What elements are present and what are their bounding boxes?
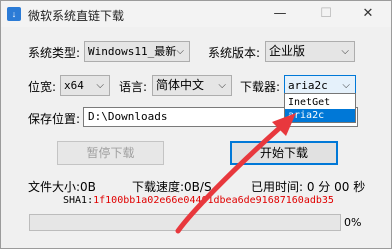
language-value: 简体中文: [156, 78, 205, 92]
pause-download-button[interactable]: 暂停下载: [57, 141, 164, 165]
elapsed-time-text: 已用时间: 0 分 00 秒: [251, 180, 366, 194]
language-select[interactable]: 简体中文 ⌵: [152, 75, 232, 96]
system-type-label: 系统类型:: [28, 46, 81, 60]
main-window: ↓ 微软系统直链下载 — ☐ ✕ 系统类型: Windows11_最新 ⌵ 系统…: [0, 0, 392, 249]
sha1-label: SHA1:: [63, 195, 94, 206]
start-download-button[interactable]: 开始下载: [230, 141, 338, 165]
maximize-icon[interactable]: ☐: [303, 1, 349, 27]
arch-label: 位宽:: [28, 80, 57, 94]
dropdown-option-inetget[interactable]: InetGet: [285, 96, 355, 109]
chevron-down-icon: ⌵: [176, 46, 184, 57]
arch-select[interactable]: x64 ⌵: [60, 75, 110, 96]
title-bar[interactable]: ↓ 微软系统直链下载 — ☐ ✕: [1, 1, 391, 27]
download-speed-text: 下载速度:0B/S: [132, 180, 212, 194]
dropdown-option-aria2c[interactable]: aria2c: [285, 109, 355, 122]
arch-value: x64: [64, 79, 84, 92]
downloader-label: 下载器:: [240, 80, 281, 94]
sha1-line: SHA1:1f100bb1a02e66e04401dbea6de91687160…: [63, 195, 334, 206]
close-icon[interactable]: ✕: [345, 1, 391, 27]
window-title: 微软系统直链下载: [28, 9, 125, 23]
system-version-label: 系统版本:: [208, 46, 261, 60]
progress-percent-text: 0%: [344, 216, 362, 229]
minimize-icon[interactable]: —: [257, 1, 303, 27]
file-size-text: 文件大小:0B: [28, 180, 96, 194]
save-path-label: 保存位置:: [28, 112, 81, 126]
downloader-value: aria2c: [288, 79, 328, 92]
downloader-dropdown: InetGet aria2c: [284, 93, 356, 123]
chevron-down-icon: ⌵: [218, 80, 226, 91]
chevron-down-icon: ⌵: [341, 46, 349, 57]
chevron-down-icon: ⌵: [96, 80, 104, 91]
app-icon: ↓: [7, 7, 21, 21]
progress-bar: [29, 214, 341, 231]
language-label: 语言:: [119, 80, 148, 94]
system-version-value: 企业版: [269, 44, 306, 58]
system-type-value: Windows11_最新: [88, 45, 177, 58]
system-type-select[interactable]: Windows11_最新 ⌵: [84, 41, 190, 62]
system-version-select[interactable]: 企业版 ⌵: [265, 41, 355, 62]
sha1-value: 1f100bb1a02e66e04401dbea6de91687160adb35: [93, 195, 334, 206]
